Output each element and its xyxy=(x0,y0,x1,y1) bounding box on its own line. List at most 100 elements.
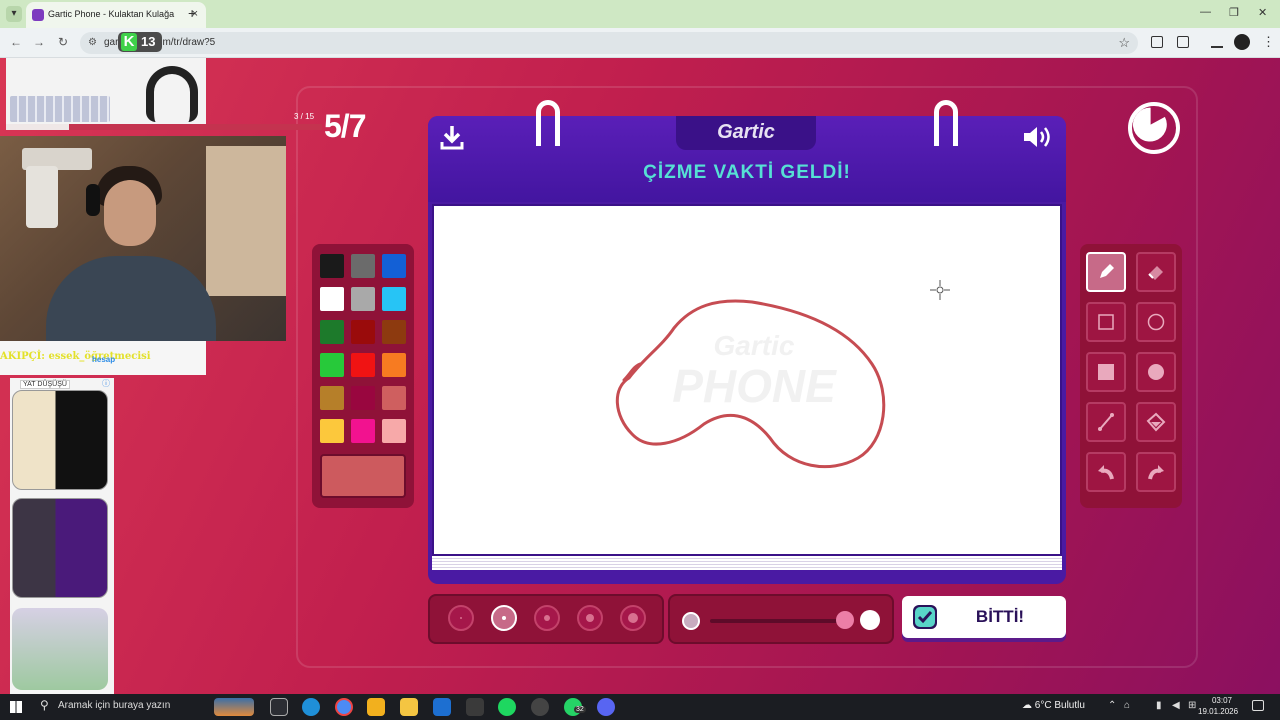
edge-browser-icon[interactable] xyxy=(302,698,320,716)
color-swatch[interactable] xyxy=(320,419,344,443)
store-icon[interactable] xyxy=(466,698,484,716)
line-tool-button[interactable] xyxy=(1086,402,1126,442)
eraser-tool-button[interactable] xyxy=(1136,252,1176,292)
file-explorer-icon[interactable] xyxy=(400,698,418,716)
brush-size-option[interactable] xyxy=(534,605,560,631)
spotify-icon[interactable] xyxy=(498,698,516,716)
brush-size-option[interactable] xyxy=(491,605,517,631)
back-button[interactable]: ← xyxy=(10,35,22,49)
taskbar-clock[interactable]: 03:07 xyxy=(1206,696,1238,705)
undo-button[interactable] xyxy=(1086,452,1126,492)
brush-size-option[interactable] xyxy=(620,605,646,631)
taskbar-date[interactable]: 19.01.2026 xyxy=(1198,707,1238,716)
forward-button[interactable]: → xyxy=(33,35,45,49)
drawing-canvas[interactable]: Gartic PHONE xyxy=(432,204,1062,556)
tool-panel xyxy=(1080,244,1182,508)
tray-chevron-icon[interactable]: ⌃ xyxy=(1108,700,1116,711)
done-button[interactable]: BİTTİ! xyxy=(902,596,1066,638)
eraser-icon xyxy=(1148,266,1163,280)
color-swatch[interactable] xyxy=(320,320,344,344)
bookmark-star-icon[interactable]: ☆ xyxy=(1118,35,1130,51)
tray-network-icon[interactable]: ⌂ xyxy=(1124,700,1130,711)
taskbar-search-icon[interactable]: ⚲ xyxy=(40,698,49,712)
color-swatch[interactable] xyxy=(351,419,375,443)
brush-size-dot xyxy=(544,615,550,621)
taskbar-search-input[interactable]: Aramak için buraya yazın xyxy=(58,700,170,711)
weather-widget[interactable]: ☁ 6°C Bulutlu xyxy=(1022,700,1085,711)
redo-button[interactable] xyxy=(1136,452,1176,492)
browser-toolbar: ← → ↻ ⚙ gar m/tr/draw?5 ☆ ⋮ xyxy=(0,28,1280,58)
color-swatch[interactable] xyxy=(382,419,406,443)
circle-outline-tool-button[interactable] xyxy=(1136,302,1176,342)
opacity-slider-handle[interactable] xyxy=(835,611,854,629)
chat-message: AKIPÇİ: essek_öğretmecisi xyxy=(0,351,151,362)
notebook-ring xyxy=(934,100,958,146)
gartic-favicon-icon xyxy=(32,9,44,21)
maximize-button[interactable]: ❐ xyxy=(1229,6,1239,19)
new-tab-button[interactable]: + xyxy=(188,5,196,21)
color-swatch[interactable] xyxy=(382,254,406,278)
color-swatch[interactable] xyxy=(320,386,344,410)
tray-battery-icon[interactable]: ▮ xyxy=(1156,700,1162,711)
timer-icon xyxy=(1128,102,1180,154)
color-swatch[interactable] xyxy=(320,287,344,311)
chat-overlay: AKIPÇİ: essek_öğretmecisi hesap xyxy=(0,341,206,375)
color-swatch[interactable] xyxy=(320,254,344,278)
ad-label: YAT DÜŞÜŞÜ xyxy=(20,380,70,389)
minimize-button[interactable]: — xyxy=(1200,6,1211,18)
extensions-puzzle-icon[interactable] xyxy=(1177,36,1189,48)
color-swatch[interactable] xyxy=(351,353,375,377)
color-swatch[interactable] xyxy=(382,353,406,377)
rectangle-filled-tool-button[interactable] xyxy=(1086,352,1126,392)
color-swatch[interactable] xyxy=(351,386,375,410)
color-swatch[interactable] xyxy=(382,386,406,410)
circle-filled-icon xyxy=(1148,364,1164,380)
tray-volume-icon[interactable]: ◀ xyxy=(1172,700,1180,711)
ad-info-icon[interactable]: ⓘ xyxy=(102,378,110,389)
site-info-icon[interactable]: ⚙ xyxy=(88,37,97,48)
reload-button[interactable]: ↻ xyxy=(58,35,68,49)
brush-size-option[interactable] xyxy=(448,605,474,631)
tray-language-icon[interactable]: ⊞ xyxy=(1188,700,1196,711)
rectangle-outline-tool-button[interactable] xyxy=(1086,302,1126,342)
browser-menu-icon[interactable]: ⋮ xyxy=(1262,34,1275,50)
close-window-button[interactable]: ✕ xyxy=(1258,6,1267,19)
fill-bucket-tool-button[interactable] xyxy=(1136,402,1176,442)
color-swatch[interactable] xyxy=(351,320,375,344)
color-swatch[interactable] xyxy=(382,320,406,344)
discord-icon[interactable] xyxy=(597,698,615,716)
color-swatch[interactable] xyxy=(382,287,406,311)
color-swatch[interactable] xyxy=(351,287,375,311)
line-icon xyxy=(1098,413,1114,431)
draw-prompt: ÇİZME VAKTİ GELDİ! xyxy=(643,162,851,183)
viewer-count: 13 xyxy=(141,34,156,49)
color-swatch[interactable] xyxy=(351,254,375,278)
sound-icon[interactable] xyxy=(1022,124,1054,150)
whatsapp-icon[interactable]: 32 xyxy=(564,698,586,716)
taskbar-widget-icon[interactable] xyxy=(214,698,254,716)
circle-filled-tool-button[interactable] xyxy=(1136,352,1176,392)
chat-badge: hesap xyxy=(92,355,116,364)
app-icon[interactable] xyxy=(531,698,549,716)
chrome-browser-icon[interactable] xyxy=(335,698,353,716)
task-view-icon[interactable] xyxy=(270,698,288,716)
tab-search-button[interactable]: ▾ xyxy=(6,6,22,22)
stream-progress-fill xyxy=(6,124,70,130)
outlook-icon[interactable] xyxy=(433,698,451,716)
copilot-icon[interactable] xyxy=(367,698,385,716)
brush-size-dot xyxy=(586,614,594,622)
opacity-track[interactable] xyxy=(710,619,852,623)
extension-icon[interactable] xyxy=(1151,36,1163,48)
notification-icon[interactable] xyxy=(1252,700,1264,711)
color-swatch[interactable] xyxy=(320,353,344,377)
reading-list-icon[interactable] xyxy=(1211,36,1223,48)
phone-ad-overlay: YAT DÜŞÜŞÜ ⓘ xyxy=(10,378,114,694)
opacity-slider[interactable] xyxy=(668,594,894,644)
address-bar[interactable]: ⚙ gar m/tr/draw?5 ☆ xyxy=(80,32,1138,54)
pencil-tool-button[interactable] xyxy=(1086,252,1126,292)
tab-gartic[interactable]: Gartic Phone - Kulaktan Kulağa × xyxy=(26,2,206,28)
brush-size-option[interactable] xyxy=(577,605,603,631)
windows-start-icon[interactable] xyxy=(10,701,22,713)
download-icon[interactable] xyxy=(440,124,464,150)
profile-avatar[interactable] xyxy=(1234,34,1250,50)
